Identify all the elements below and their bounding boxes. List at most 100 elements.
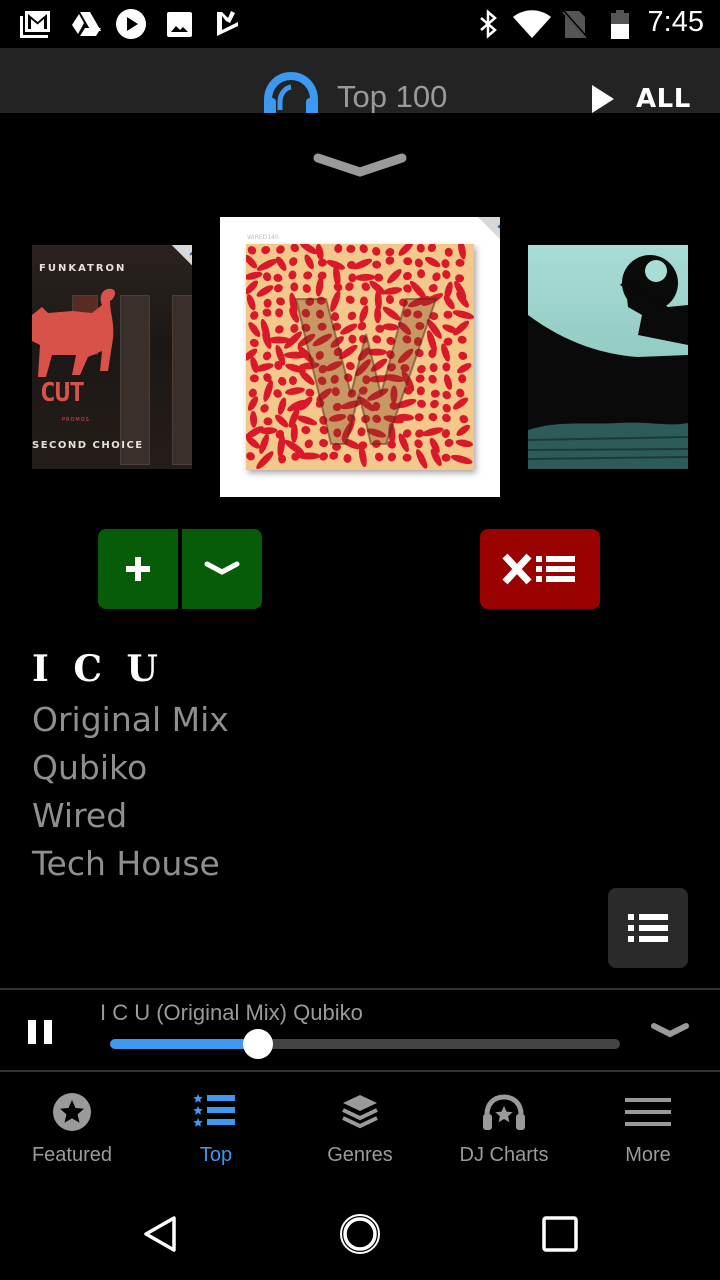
tab-featured[interactable]: Featured xyxy=(0,1074,144,1186)
pattern-dot xyxy=(289,257,298,266)
recents-icon[interactable] xyxy=(536,1210,584,1258)
pattern-dot xyxy=(301,426,311,435)
pattern-dot xyxy=(430,399,439,409)
pattern-dot xyxy=(427,244,437,253)
pattern-dot xyxy=(428,284,438,293)
pattern-dot xyxy=(317,258,327,267)
play-all-button[interactable]: ALL xyxy=(590,82,691,113)
pattern-dot xyxy=(346,244,356,253)
page-title: Top 100 xyxy=(337,79,448,113)
artwork-label-sub: PROMOS xyxy=(62,417,90,423)
pattern-dot xyxy=(428,412,438,422)
pattern-dot xyxy=(444,247,453,257)
play-all-label: ALL xyxy=(636,84,691,113)
pattern-dot xyxy=(456,424,470,436)
status-time: 7:45 xyxy=(647,6,704,38)
add-button-group xyxy=(98,529,262,609)
pattern-dot xyxy=(429,363,438,373)
track-artist[interactable]: Qubiko xyxy=(32,748,147,787)
menu-icon xyxy=(625,1098,671,1126)
pattern-dot xyxy=(246,452,255,461)
add-options-dropdown-button[interactable] xyxy=(182,529,262,609)
pattern-dot xyxy=(273,273,283,282)
artwork-next[interactable] xyxy=(528,245,688,469)
remove-from-list-button[interactable] xyxy=(480,529,600,609)
pattern-dot xyxy=(459,414,469,424)
pattern-dot xyxy=(277,397,287,415)
pattern-dot xyxy=(256,451,274,470)
pattern-dot xyxy=(278,376,287,386)
remove-from-list-icon xyxy=(502,553,575,585)
pattern-dot xyxy=(424,256,441,268)
pattern-dot xyxy=(249,338,259,348)
pattern-dot xyxy=(288,270,297,280)
collapse-chevron-icon[interactable] xyxy=(310,150,410,180)
pattern-dot xyxy=(276,245,285,254)
pattern-dot xyxy=(414,439,423,449)
pattern-dot xyxy=(319,439,329,448)
tab-dj-charts[interactable]: DJ Charts xyxy=(432,1074,576,1186)
tab-label: Genres xyxy=(327,1144,393,1166)
pattern-dot xyxy=(441,453,451,462)
pattern-dot xyxy=(263,298,272,308)
artwork-title: SECOND CHOICE xyxy=(32,440,144,451)
pattern-dot xyxy=(417,269,426,279)
pattern-dot xyxy=(348,334,357,344)
pattern-dot xyxy=(330,290,341,312)
tab-label: DJ Charts xyxy=(459,1144,549,1166)
seek-bar[interactable] xyxy=(110,1029,620,1059)
expand-player-chevron-icon[interactable] xyxy=(650,1020,690,1042)
pattern-dot xyxy=(374,452,384,462)
add-to-playlist-button[interactable] xyxy=(98,529,178,609)
pattern-dot xyxy=(260,404,269,413)
tab-label: Top xyxy=(199,1144,233,1166)
home-icon[interactable] xyxy=(336,1210,384,1258)
gmail-icon xyxy=(20,11,50,38)
queue-button[interactable] xyxy=(608,888,688,968)
pattern-dot xyxy=(262,308,272,317)
track-genre[interactable]: Tech House xyxy=(32,844,220,883)
pattern-dot xyxy=(442,413,451,423)
tab-top[interactable]: Top xyxy=(144,1074,288,1186)
tab-genres[interactable]: Genres xyxy=(288,1074,432,1186)
seek-thumb[interactable] xyxy=(242,1029,273,1059)
pattern-dot xyxy=(387,452,397,462)
plus-icon xyxy=(126,557,150,581)
artwork-silhouette xyxy=(528,245,688,469)
drive-icon xyxy=(72,12,101,36)
artwork-current[interactable]: WIRED140 PROMO xyxy=(220,217,500,497)
pattern-dot xyxy=(273,284,283,293)
pattern-dot xyxy=(259,433,269,454)
pattern-dot xyxy=(385,256,395,265)
photos-icon xyxy=(167,12,192,37)
pattern-dot xyxy=(416,244,425,253)
pattern-dot xyxy=(357,427,366,437)
track-title: I C U xyxy=(32,648,164,690)
pattern-dot xyxy=(304,254,314,270)
tab-more[interactable]: More xyxy=(576,1074,720,1186)
pattern-dot xyxy=(263,417,273,426)
pattern-dot xyxy=(442,403,451,413)
back-icon[interactable] xyxy=(138,1210,186,1258)
pattern-dot xyxy=(315,277,324,297)
pattern-dot xyxy=(382,323,399,331)
pattern-dot xyxy=(246,294,256,311)
pattern-dot xyxy=(458,244,466,260)
pattern-dot xyxy=(250,410,258,428)
pattern-dot xyxy=(428,374,437,384)
pattern-dot xyxy=(256,258,278,271)
pattern-dot xyxy=(458,351,468,360)
pattern-dot xyxy=(261,245,271,255)
pattern-dot xyxy=(290,282,299,292)
pattern-dot xyxy=(430,389,440,398)
track-label[interactable]: Wired xyxy=(32,796,127,835)
pattern-dot xyxy=(302,284,311,293)
pattern-dot xyxy=(450,454,473,465)
pattern-dot xyxy=(249,374,259,383)
pattern-dot xyxy=(246,254,258,269)
pattern-dot xyxy=(288,376,297,386)
pause-icon[interactable] xyxy=(22,1016,58,1048)
artwork-previous[interactable]: FUNKATRON CUT PROMOS SECOND CHOICE PROMO xyxy=(32,245,192,469)
pattern-dot xyxy=(456,388,465,398)
pattern-dot xyxy=(398,244,414,256)
